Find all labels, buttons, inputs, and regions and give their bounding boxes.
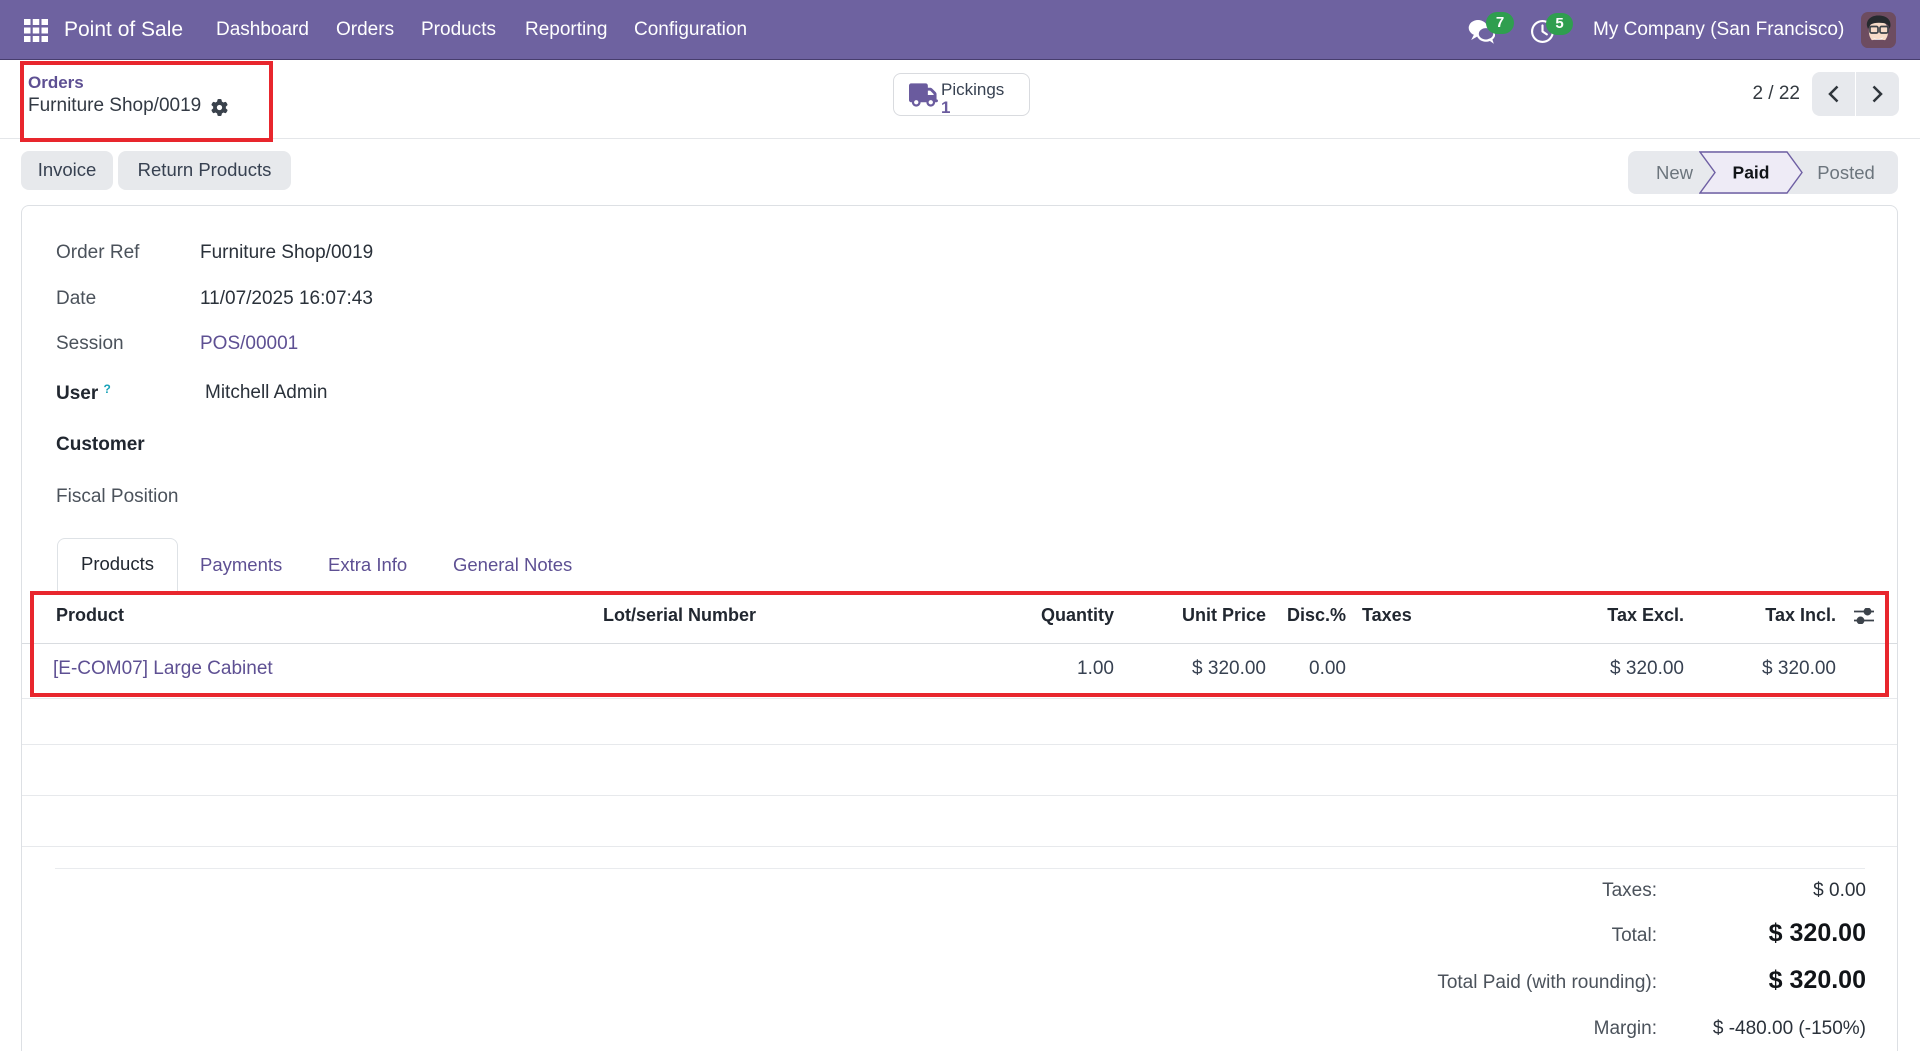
svg-text:Paid: Paid xyxy=(1733,163,1770,183)
